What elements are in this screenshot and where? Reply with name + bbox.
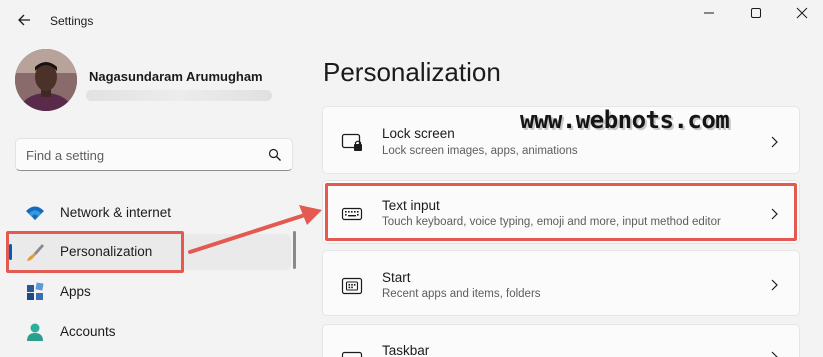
sidebar-item-label: Network & internet [60, 205, 172, 220]
maximize-button[interactable] [743, 4, 769, 22]
lock-screen-icon [341, 133, 362, 151]
window-title: Settings [50, 14, 94, 28]
user-name: Nagasundaram Arumugham [89, 69, 263, 84]
card-subtitle: Lock screen images, apps, animations [382, 145, 578, 157]
card-title: Taskbar [382, 343, 430, 357]
highlight-box-personalization [6, 231, 184, 273]
close-icon [796, 7, 808, 19]
person-icon [27, 323, 43, 341]
card-subtitle: Recent apps and items, folders [382, 288, 541, 300]
sidebar-item-label: Accounts [60, 324, 116, 339]
apps-icon [27, 282, 44, 300]
sidebar-item-accounts[interactable]: Accounts [8, 314, 291, 350]
search-placeholder: Find a setting [26, 148, 105, 163]
minimize-button[interactable] [696, 4, 722, 22]
back-button[interactable] [14, 9, 36, 31]
close-button[interactable] [789, 4, 815, 22]
avatar[interactable] [15, 49, 77, 111]
search-icon [268, 148, 281, 161]
chevron-right-icon [771, 279, 778, 291]
chevron-right-icon [771, 136, 778, 148]
search-input[interactable]: Find a setting [15, 138, 293, 171]
sidebar-item-apps[interactable]: Apps [8, 274, 291, 310]
sidebar-item-label: Apps [60, 284, 91, 299]
chevron-right-icon [771, 351, 778, 357]
avatar-photo [15, 49, 77, 111]
user-email-redacted [86, 90, 272, 101]
start-icon [341, 277, 363, 295]
card-title: Lock screen [382, 126, 455, 141]
back-arrow-icon [18, 14, 30, 26]
maximize-icon [751, 8, 761, 18]
minimize-icon [704, 12, 714, 14]
annotation-arrow [188, 205, 322, 254]
card-title: Start [382, 270, 411, 285]
watermark-text: www.webnots.com [520, 106, 730, 134]
page-title: Personalization [323, 57, 501, 87]
taskbar-icon [341, 351, 363, 357]
wifi-icon [26, 206, 44, 220]
card-start[interactable]: Start Recent apps and items, folders [322, 250, 800, 316]
card-taskbar[interactable]: Taskbar [322, 324, 800, 357]
highlight-box-text-input [325, 183, 797, 241]
